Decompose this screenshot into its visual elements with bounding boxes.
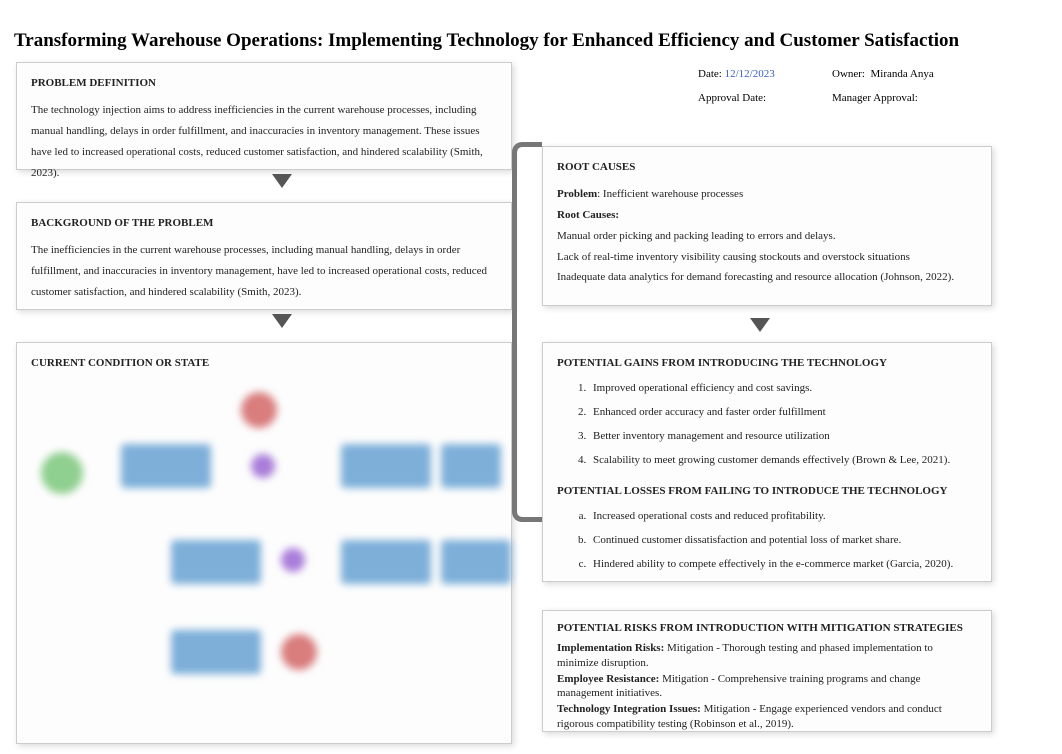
problem-label: Problem (557, 188, 597, 200)
gains-item: Enhanced order accuracy and faster order… (589, 400, 977, 424)
background-box: BACKGROUND OF THE PROBLEM The inefficien… (16, 202, 512, 310)
owner-field: Owner: Miranda Anya (832, 62, 988, 86)
gains-item: Better inventory management and resource… (589, 424, 977, 448)
page-title: Transforming Warehouse Operations: Imple… (0, 0, 1062, 62)
meta-row-approval: Approval Date: Manager Approval: (698, 86, 988, 110)
gains-item: Scalability to meet growing customer dem… (589, 448, 977, 472)
date-label: Date: (698, 68, 725, 80)
arrow-down-icon (272, 174, 292, 188)
losses-item: Increased operational costs and reduced … (589, 504, 977, 528)
risk-item: Employee Resistance: Mitigation - Compre… (557, 672, 977, 701)
root-cause-item: Inadequate data analytics for demand for… (557, 267, 977, 288)
gains-losses-box: POTENTIAL GAINS FROM INTRODUCING THE TEC… (542, 342, 992, 582)
root-causes-box: ROOT CAUSES Problem: Inefficient warehou… (542, 146, 992, 306)
connector-bracket (512, 142, 542, 522)
losses-list: Increased operational costs and reduced … (557, 504, 977, 577)
root-causes-heading: ROOT CAUSES (557, 157, 977, 178)
current-condition-heading: CURRENT CONDITION OR STATE (31, 353, 497, 374)
problem-definition-box: PROBLEM DEFINITION The technology inject… (16, 62, 512, 170)
owner-value: Miranda Anya (871, 68, 934, 80)
date-field: Date: 12/12/2023 (698, 62, 832, 86)
losses-item: Continued customer dissatisfaction and p… (589, 528, 977, 552)
losses-item: Hindered ability to compete effectively … (589, 552, 977, 576)
risks-heading: POTENTIAL RISKS FROM INTRODUCTION WITH M… (557, 621, 977, 635)
risk-item: Technology Integration Issues: Mitigatio… (557, 702, 977, 731)
root-cause-item: Lack of real-time inventory visibility c… (557, 247, 977, 268)
problem-definition-body: The technology injection aims to address… (31, 100, 497, 184)
approval-date-field: Approval Date: (698, 86, 832, 110)
background-heading: BACKGROUND OF THE PROBLEM (31, 213, 497, 234)
owner-label: Owner: (832, 68, 865, 80)
risk-label: Technology Integration Issues: (557, 703, 701, 715)
gains-item: Improved operational efficiency and cost… (589, 376, 977, 400)
main-container: PROBLEM DEFINITION The technology inject… (0, 62, 1062, 754)
root-cause-item: Manual order picking and packing leading… (557, 226, 977, 247)
risk-label: Implementation Risks: (557, 642, 664, 654)
current-condition-box: CURRENT CONDITION OR STATE (16, 342, 512, 744)
problem-definition-heading: PROBLEM DEFINITION (31, 73, 497, 94)
meta-row-date-owner: Date: 12/12/2023 Owner: Miranda Anya (698, 62, 988, 86)
gains-heading: POTENTIAL GAINS FROM INTRODUCING THE TEC… (557, 353, 977, 374)
date-value: 12/12/2023 (725, 68, 775, 80)
problem-text: : Inefficient warehouse processes (597, 188, 743, 200)
root-causes-problem-line: Problem: Inefficient warehouse processes (557, 184, 977, 205)
manager-approval-field: Manager Approval: (832, 86, 988, 110)
background-body: The inefficiencies in the current wareho… (31, 240, 497, 303)
flowchart-diagram (31, 382, 497, 722)
arrow-down-icon (750, 318, 770, 332)
losses-heading: POTENTIAL LOSSES FROM FAILING TO INTRODU… (557, 481, 977, 502)
arrow-down-icon (272, 314, 292, 328)
risk-label: Employee Resistance: (557, 673, 659, 685)
gains-list: Improved operational efficiency and cost… (557, 376, 977, 473)
root-causes-label: Root Causes: (557, 205, 977, 226)
metadata-panel: Date: 12/12/2023 Owner: Miranda Anya App… (698, 62, 988, 116)
risk-item: Implementation Risks: Mitigation - Thoro… (557, 641, 977, 670)
risks-box: POTENTIAL RISKS FROM INTRODUCTION WITH M… (542, 610, 992, 732)
